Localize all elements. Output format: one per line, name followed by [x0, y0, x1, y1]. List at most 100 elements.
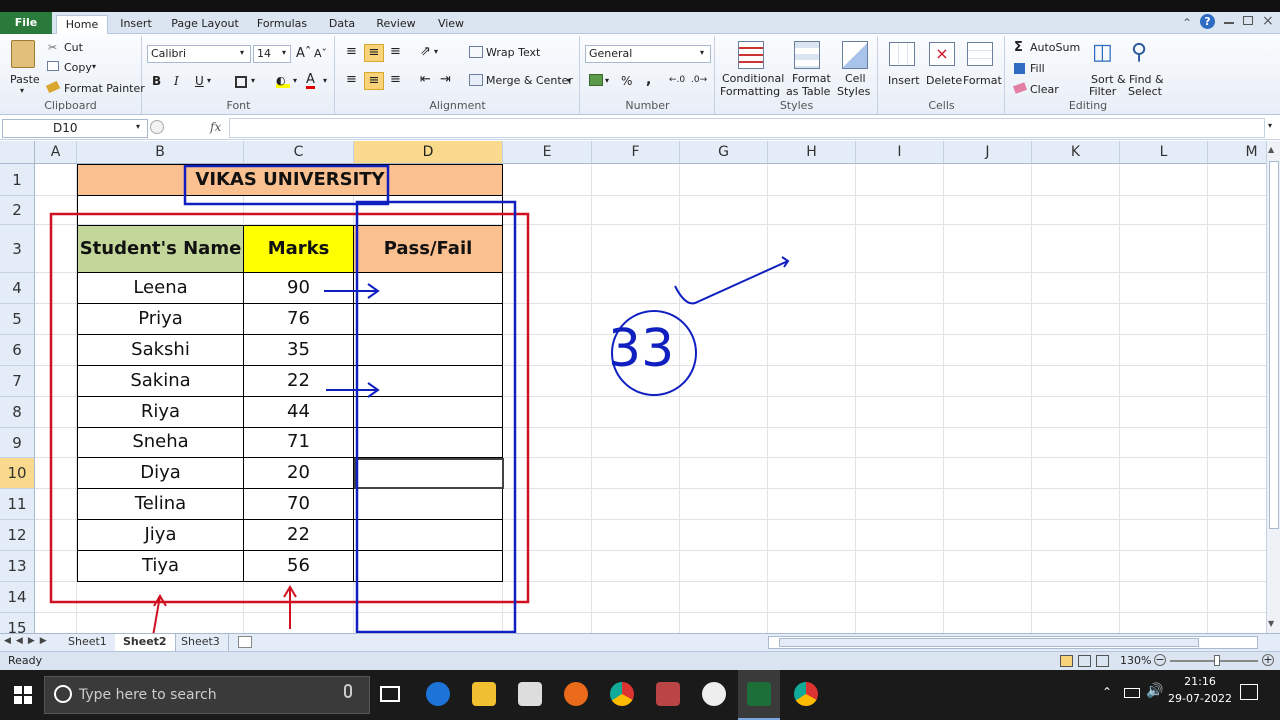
font-color-icon[interactable]: A	[306, 73, 315, 89]
normal-view-icon[interactable]	[1060, 655, 1073, 667]
decrease-indent-icon[interactable]: ⇤	[420, 72, 431, 87]
align-bottom-icon[interactable]: ≡	[390, 44, 401, 59]
orientation-dropdown-icon[interactable]: ▾	[434, 47, 438, 56]
tray-chevron-icon[interactable]: ⌃	[1102, 685, 1112, 699]
new-sheet-icon[interactable]	[238, 636, 252, 648]
page-break-view-icon[interactable]	[1096, 655, 1109, 667]
sheet-tab-2[interactable]: Sheet2	[115, 634, 176, 651]
font-name-box[interactable]: Calibri	[147, 45, 251, 63]
vertical-scroll-thumb[interactable]	[1269, 161, 1279, 529]
borders-dropdown-icon[interactable]: ▾	[251, 76, 255, 85]
cell-styles-label-2[interactable]: Styles	[837, 85, 870, 98]
paste-button[interactable]: Paste	[10, 73, 40, 86]
conditional-formatting-label-1[interactable]: Conditional	[722, 72, 784, 85]
format-painter-button[interactable]: Format Painter	[64, 82, 145, 95]
store-icon[interactable]	[518, 682, 542, 706]
underline-dropdown-icon[interactable]: ▾	[207, 76, 211, 85]
taskbar-search-box[interactable]: Type here to search	[44, 676, 370, 714]
underline-button[interactable]: U	[195, 74, 204, 88]
battery-icon[interactable]	[1124, 688, 1140, 698]
page-layout-view-icon[interactable]	[1078, 655, 1091, 667]
sheet-tab-1[interactable]: Sheet1	[60, 634, 116, 651]
app-icon[interactable]	[702, 682, 726, 706]
format-as-table-label-1[interactable]: Format	[792, 72, 831, 85]
taskbar-date[interactable]: 29-07-2022	[1166, 692, 1234, 705]
format-button[interactable]: Format	[963, 74, 1002, 87]
window-restore-icon[interactable]	[1243, 16, 1253, 25]
shrink-font-icon[interactable]: Aˇ	[314, 47, 327, 60]
cell-styles-label-1[interactable]: Cell	[845, 72, 866, 85]
scroll-up-icon[interactable]: ▲	[1268, 145, 1274, 154]
autosum-button[interactable]: AutoSum	[1030, 41, 1080, 54]
conditional-formatting-label-2[interactable]: Formatting	[720, 85, 780, 98]
excel-taskbar-active[interactable]	[738, 670, 780, 720]
delete-button[interactable]: Delete	[926, 74, 962, 87]
bold-button[interactable]: B	[152, 74, 161, 88]
italic-button[interactable]: I	[174, 74, 179, 88]
merge-dropdown-icon[interactable]: ▾	[567, 76, 571, 85]
merge-center-button[interactable]: Merge & Center	[486, 74, 573, 87]
align-top-icon[interactable]: ≡	[346, 44, 357, 59]
edge-browser-icon[interactable]	[426, 682, 450, 706]
tab-home[interactable]: Home	[56, 15, 108, 35]
tab-data[interactable]: Data	[326, 15, 358, 34]
windows-start-icon[interactable]	[14, 686, 32, 704]
window-minimize-icon[interactable]	[1224, 22, 1234, 24]
chrome-icon-2[interactable]	[794, 682, 818, 706]
borders-icon[interactable]	[235, 76, 247, 88]
font-name-dropdown-icon[interactable]: ▾	[240, 48, 244, 57]
accounting-format-icon[interactable]	[589, 74, 603, 86]
grow-font-icon[interactable]: Aˆ	[296, 46, 311, 61]
font-color-dropdown-icon[interactable]: ▾	[323, 76, 327, 85]
scroll-down-icon[interactable]: ▼	[1268, 619, 1274, 628]
sort-filter-label-2[interactable]: Filter	[1089, 85, 1116, 98]
zoom-slider-thumb[interactable]	[1214, 655, 1220, 666]
find-select-label-2[interactable]: Select	[1128, 85, 1162, 98]
increase-indent-icon[interactable]: ⇥	[440, 72, 451, 87]
align-middle-icon[interactable]: ≡	[364, 44, 384, 62]
tab-review[interactable]: Review	[376, 15, 416, 34]
decrease-decimal-icon[interactable]: .0→	[691, 75, 707, 85]
number-format-box[interactable]: General	[585, 45, 711, 63]
notifications-icon[interactable]	[1240, 684, 1258, 700]
taskbar-time[interactable]: 21:16	[1170, 675, 1230, 688]
copy-button[interactable]: Copy	[64, 61, 92, 74]
horizontal-scrollbar[interactable]	[768, 636, 1258, 649]
font-size-dropdown-icon[interactable]: ▾	[282, 48, 286, 57]
tab-page-layout[interactable]: Page Layout	[170, 15, 240, 34]
accounting-dropdown-icon[interactable]: ▾	[605, 76, 609, 85]
copy-dropdown-icon[interactable]: ▾	[92, 62, 96, 71]
vertical-scrollbar[interactable]: ▲ ▼	[1266, 141, 1280, 633]
task-view-icon[interactable]	[380, 686, 400, 702]
clear-button[interactable]: Clear	[1030, 83, 1059, 96]
firefox-icon[interactable]	[564, 682, 588, 706]
fill-color-icon[interactable]: ◐	[276, 74, 290, 88]
sheet-tab-3[interactable]: Sheet3	[173, 634, 229, 651]
comma-button[interactable]: ,	[646, 72, 651, 88]
chrome-icon[interactable]	[610, 682, 634, 706]
align-right-icon[interactable]: ≡	[390, 72, 401, 87]
wrap-text-button[interactable]: Wrap Text	[486, 46, 540, 59]
tab-view[interactable]: View	[436, 15, 466, 34]
fill-button[interactable]: Fill	[1030, 62, 1045, 75]
align-center-icon[interactable]: ≡	[364, 72, 384, 90]
formula-input[interactable]	[229, 118, 1265, 138]
paste-icon[interactable]	[11, 40, 35, 68]
increase-decimal-icon[interactable]: ←.0	[669, 75, 685, 85]
worksheet-grid[interactable]: ABCDEFGHIJKLM 1 2 3 4 5 6 7 8 9 10 11 12 13 14 15 VIKA…	[0, 141, 1266, 633]
microphone-icon[interactable]	[344, 684, 352, 698]
name-box-dropdown-icon[interactable]: ▾	[136, 122, 140, 131]
file-explorer-icon[interactable]	[472, 682, 496, 706]
align-left-icon[interactable]: ≡	[346, 72, 357, 87]
volume-icon[interactable]: 🔊	[1146, 683, 1163, 699]
window-close-icon[interactable]: ×	[1262, 13, 1274, 29]
fill-color-dropdown-icon[interactable]: ▾	[293, 76, 297, 85]
paste-dropdown-icon[interactable]: ▾	[20, 86, 24, 95]
cut-button[interactable]: Cut	[64, 41, 83, 54]
insert-button[interactable]: Insert	[888, 74, 920, 87]
percent-button[interactable]: %	[621, 74, 632, 88]
paint-icon[interactable]	[656, 682, 680, 706]
expand-formula-bar-icon[interactable]: ▾	[1268, 121, 1272, 130]
zoom-level[interactable]: 130%	[1120, 654, 1151, 667]
help-icon[interactable]: ?	[1200, 14, 1215, 29]
